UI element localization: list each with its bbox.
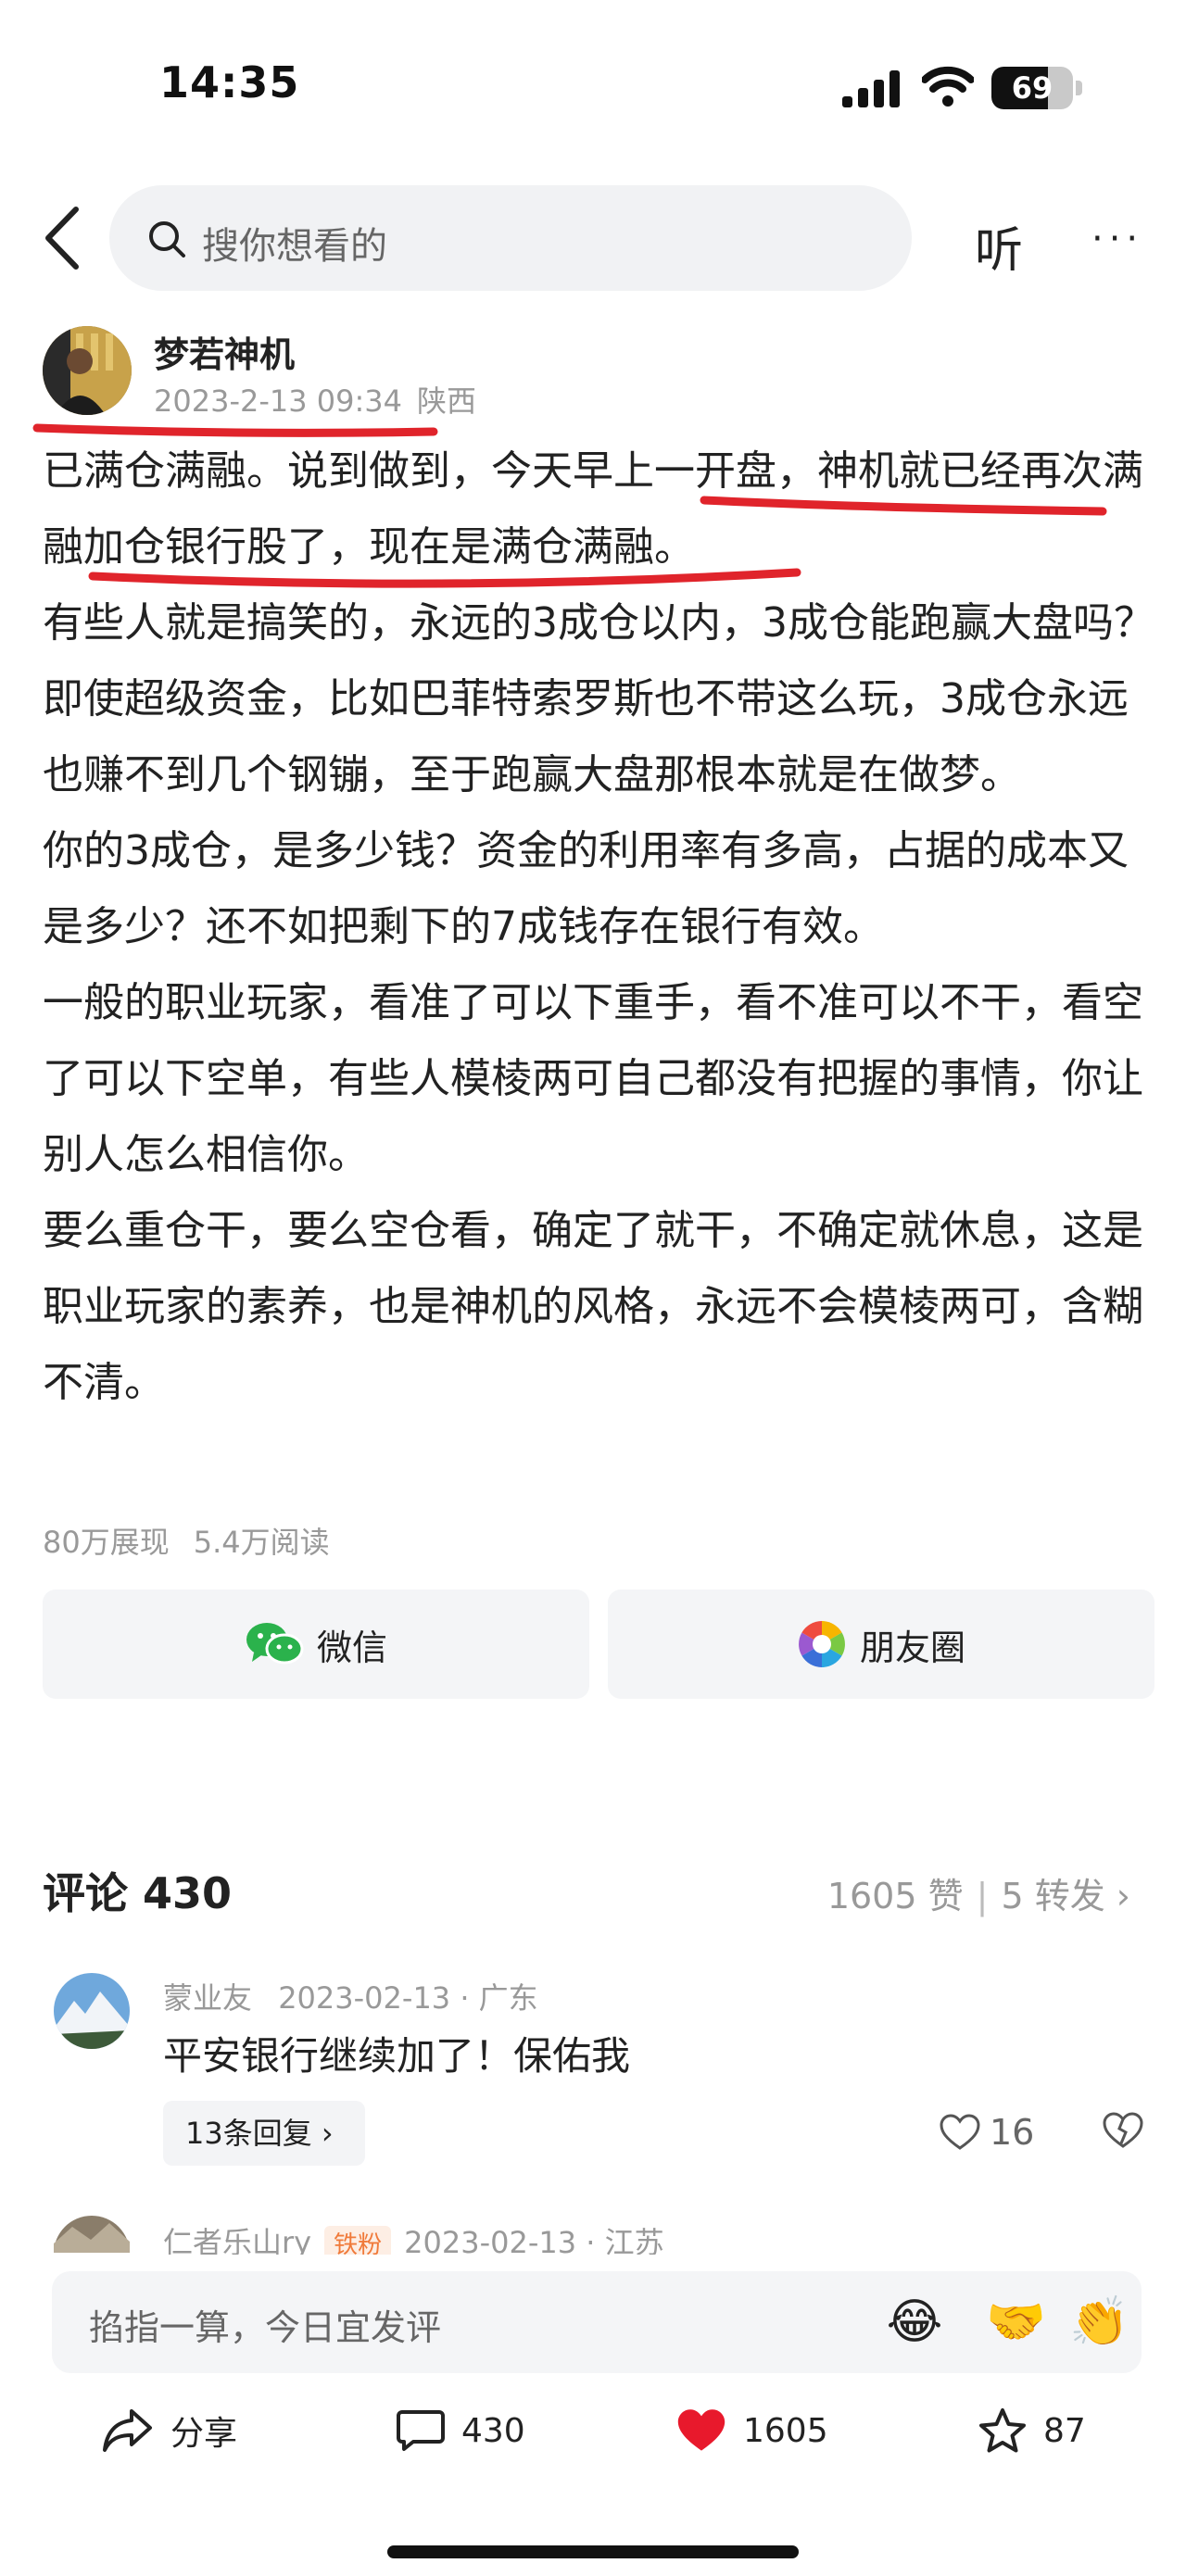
home-indicator: [387, 2545, 799, 2558]
moments-label: 朋友圈: [859, 1627, 965, 1668]
battery-icon: 69: [991, 67, 1082, 109]
listen-button[interactable]: 听: [975, 211, 1023, 281]
share-moments-button[interactable]: 朋友圈: [608, 1590, 1154, 1699]
comments-count: 430: [461, 2411, 525, 2450]
wechat-label: 微信: [316, 1627, 387, 1668]
comment-date-location: 2023-02-13 · 广东: [278, 1980, 538, 2016]
signal-icon: [842, 70, 900, 107]
wifi-icon: [922, 66, 974, 107]
share-wechat-button[interactable]: 微信: [43, 1590, 589, 1699]
post-date: 2023-2-13 09:34: [154, 383, 402, 419]
share-label: 分享: [170, 2415, 238, 2453]
search-placeholder: 搜你想看的: [202, 225, 387, 268]
post-location: 陕西: [417, 383, 477, 419]
post-stats: 80万展现 5.4万阅读: [43, 1519, 330, 1562]
more-options-button[interactable]: ···: [1091, 220, 1143, 258]
comments-title: 评论 430: [43, 1868, 233, 1918]
comment-meta: 蒙业友 2023-02-13 · 广东: [163, 1975, 538, 2017]
wechat-icon: [246, 1623, 304, 1665]
share-button[interactable]: 分享: [102, 2401, 237, 2460]
comment-like-count: 16: [990, 2112, 1035, 2153]
reposts-summary: 5 转发: [1001, 1876, 1105, 1916]
like-button[interactable]: 1605: [676, 2401, 828, 2460]
favorite-button[interactable]: 87: [978, 2401, 1086, 2460]
laughing-crying-emoji-icon[interactable]: 😂: [886, 2293, 943, 2351]
comment-placeholder: 掐指一算，今日宜发评: [89, 2307, 442, 2348]
comments-meta[interactable]: 1605 赞 | 5 转发 ›: [827, 1867, 1130, 1918]
likes-summary: 1605 赞: [826, 1876, 964, 1916]
back-arrow-icon[interactable]: [41, 206, 85, 270]
moments-icon: [799, 1621, 845, 1667]
post-paragraph: 有些人就是搞笑的，永远的3成仓以内，3成仓能跑赢大盘吗？即使超级资金，比如巴菲特…: [43, 599, 1154, 798]
status-time: 14:35: [159, 57, 300, 107]
search-input[interactable]: 搜你想看的: [109, 185, 912, 291]
comment-like-button[interactable]: 16: [940, 2112, 1034, 2153]
chevron-right-icon: ›: [311, 2116, 334, 2151]
star-outline-icon: [979, 2408, 1026, 2453]
post-body: 已满仓满融。说到做到，今天早上一开盘，神机就已经再次满融加仓银行股了，现在是满仓…: [43, 434, 1154, 1421]
chevron-right-icon: ›: [1116, 1876, 1130, 1916]
post-paragraph: 你的3成仓，是多少钱？资金的利用率有多高，占据的成本又是多少？还不如把剩下的7成…: [43, 827, 1129, 950]
author-name[interactable]: 梦若神机: [154, 326, 295, 377]
likes-count: 1605: [743, 2411, 828, 2450]
post-paragraph: 要么重仓干，要么空仓看，确定了就干，不确定就休息，这是职业玩家的素养，也是神机的…: [43, 1207, 1143, 1406]
post-paragraph: 一般的职业玩家，看准了可以下重手，看不准可以不干，看空了可以下空单，有些人模棱两…: [43, 979, 1143, 1178]
fan-badge: 铁粉: [324, 2226, 392, 2255]
broken-heart-icon[interactable]: [1103, 2112, 1143, 2149]
handshake-emoji-icon[interactable]: 🤝: [986, 2293, 1046, 2351]
comment-meta: 仁者乐山ry 铁粉 2023-02-13 · 江苏: [163, 2219, 664, 2255]
post-paragraph: 已满仓满融。说到做到，今天早上一开盘，神机就已经再次满融加仓银行股了，现在是满仓…: [43, 447, 1143, 571]
heart-outline-icon: [940, 2114, 980, 2150]
heart-filled-icon: [677, 2409, 725, 2451]
impressions-count: 80万展现: [43, 1525, 170, 1560]
comment-avatar[interactable]: [54, 1973, 130, 2049]
comment-text: 平安银行继续加了！保佑我: [163, 2033, 631, 2079]
battery-percent: 69: [1011, 70, 1054, 106]
author-avatar[interactable]: [43, 326, 132, 415]
share-arrow-icon: [103, 2409, 152, 2452]
comment-username[interactable]: 蒙业友: [163, 1980, 252, 2016]
clapping-emoji-icon[interactable]: 👏: [1069, 2293, 1129, 2351]
comment-bubble-icon: [397, 2410, 445, 2451]
comment-date-location: 2023-02-13 · 江苏: [404, 2225, 664, 2255]
reads-count: 5.4万阅读: [193, 1525, 330, 1560]
comment-avatar[interactable]: [54, 2216, 130, 2253]
post-meta: 2023-2-13 09:34 陕西: [154, 378, 476, 421]
favorites-count: 87: [1043, 2411, 1086, 2450]
view-replies-button[interactable]: 13条回复 ›: [163, 2101, 365, 2166]
comment-username[interactable]: 仁者乐山ry: [163, 2225, 311, 2255]
replies-label: 13条回复: [185, 2116, 312, 2151]
comment-input[interactable]: 掐指一算，今日宜发评 😂 🤝 👏: [52, 2271, 1142, 2373]
comments-button[interactable]: 430: [397, 2401, 525, 2460]
search-icon: [149, 221, 185, 258]
